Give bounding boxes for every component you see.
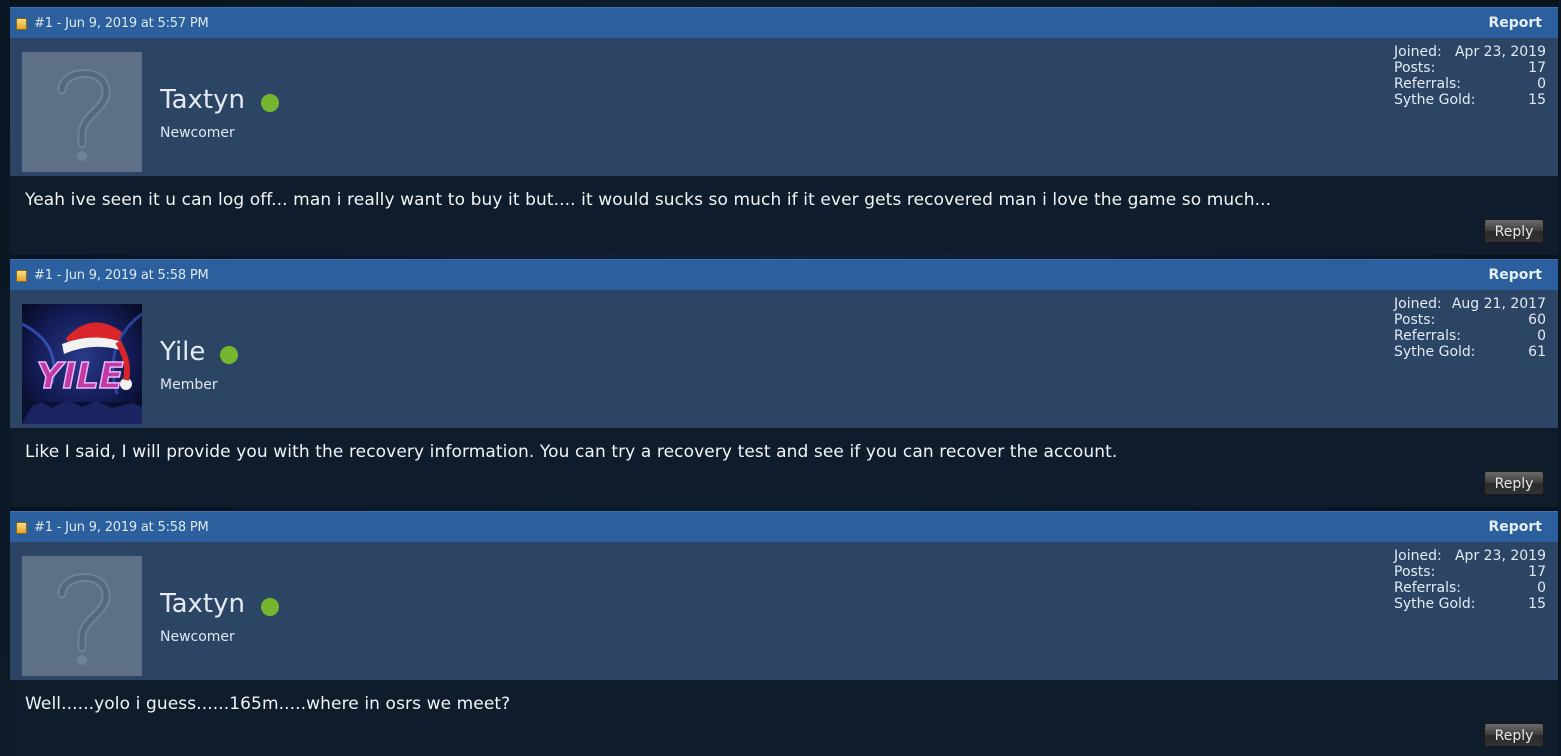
avatar[interactable]: YILE <box>22 304 142 424</box>
stat-sythe-gold: Sythe Gold: 61 <box>1394 344 1546 360</box>
user-title: Newcomer <box>160 629 235 645</box>
post-meta: #1 - Jun 9, 2019 at 5:58 PM <box>34 520 209 535</box>
user-stats: Joined: Apr 23, 2019 Posts: 17 Referrals… <box>1394 548 1546 612</box>
forum-thread: #1 - Jun 9, 2019 at 5:57 PM Report Taxty… <box>0 0 1561 756</box>
post-2: #1 - Jun 9, 2019 at 5:58 PM Report YILE … <box>10 259 1558 507</box>
avatar[interactable] <box>22 52 142 172</box>
message-text: Well......yolo i guess......165m.....whe… <box>25 694 511 714</box>
stat-sythe-gold: Sythe Gold: 15 <box>1394 92 1546 108</box>
online-status-icon <box>261 598 279 616</box>
user-title: Member <box>160 377 218 393</box>
message-text: Yeah ive seen it u can log off... man i … <box>25 190 1272 210</box>
reply-button[interactable]: Reply <box>1484 723 1544 747</box>
post-icon <box>16 522 27 534</box>
user-info-panel: YILE Yile Member Joined: Aug 21, 2017 Po… <box>10 290 1558 428</box>
user-stats: Joined: Apr 23, 2019 Posts: 17 Referrals… <box>1394 44 1546 108</box>
post-header: #1 - Jun 9, 2019 at 5:58 PM Report <box>10 511 1558 542</box>
post-header: #1 - Jun 9, 2019 at 5:57 PM Report <box>10 7 1558 38</box>
post-meta: #1 - Jun 9, 2019 at 5:57 PM <box>34 16 209 31</box>
stat-joined: Joined: Aug 21, 2017 <box>1394 296 1546 312</box>
avatar-logo-text: YILE <box>37 356 124 397</box>
stat-posts: Posts: 17 <box>1394 60 1546 76</box>
post-icon <box>16 18 27 30</box>
stat-joined: Joined: Apr 23, 2019 <box>1394 548 1546 564</box>
stat-referrals: Referrals: 0 <box>1394 76 1546 92</box>
stat-referrals: Referrals: 0 <box>1394 580 1546 596</box>
username[interactable]: Taxtyn <box>160 85 245 115</box>
stat-posts: Posts: 60 <box>1394 312 1546 328</box>
post-1: #1 - Jun 9, 2019 at 5:57 PM Report Taxty… <box>10 7 1558 255</box>
report-link[interactable]: Report <box>1488 519 1542 535</box>
post-icon <box>16 270 27 282</box>
left-margin <box>0 0 10 756</box>
post-3: #1 - Jun 9, 2019 at 5:58 PM Report Taxty… <box>10 511 1558 756</box>
reply-button[interactable]: Reply <box>1484 471 1544 495</box>
question-mark-icon <box>22 52 142 172</box>
yile-avatar-icon: YILE <box>22 304 142 424</box>
report-link[interactable]: Report <box>1488 267 1542 283</box>
user-info-panel: Taxtyn Newcomer Joined: Apr 23, 2019 Pos… <box>10 542 1558 680</box>
post-meta: #1 - Jun 9, 2019 at 5:58 PM <box>34 268 209 283</box>
stat-joined: Joined: Apr 23, 2019 <box>1394 44 1546 60</box>
stat-referrals: Referrals: 0 <box>1394 328 1546 344</box>
message-panel: Yeah ive seen it u can log off... man i … <box>10 176 1558 255</box>
user-stats: Joined: Aug 21, 2017 Posts: 60 Referrals… <box>1394 296 1546 360</box>
stat-posts: Posts: 17 <box>1394 564 1546 580</box>
question-mark-icon <box>22 556 142 676</box>
report-link[interactable]: Report <box>1488 15 1542 31</box>
user-title: Newcomer <box>160 125 235 141</box>
message-panel: Like I said, I will provide you with the… <box>10 428 1558 507</box>
avatar[interactable] <box>22 556 142 676</box>
username[interactable]: Taxtyn <box>160 589 245 619</box>
online-status-icon <box>261 94 279 112</box>
message-text: Like I said, I will provide you with the… <box>25 442 1118 462</box>
username[interactable]: Yile <box>160 337 205 367</box>
message-panel: Well......yolo i guess......165m.....whe… <box>10 680 1558 756</box>
post-header: #1 - Jun 9, 2019 at 5:58 PM Report <box>10 259 1558 290</box>
stat-sythe-gold: Sythe Gold: 15 <box>1394 596 1546 612</box>
online-status-icon <box>220 346 238 364</box>
user-info-panel: Taxtyn Newcomer Joined: Apr 23, 2019 Pos… <box>10 38 1558 176</box>
reply-button[interactable]: Reply <box>1484 219 1544 243</box>
